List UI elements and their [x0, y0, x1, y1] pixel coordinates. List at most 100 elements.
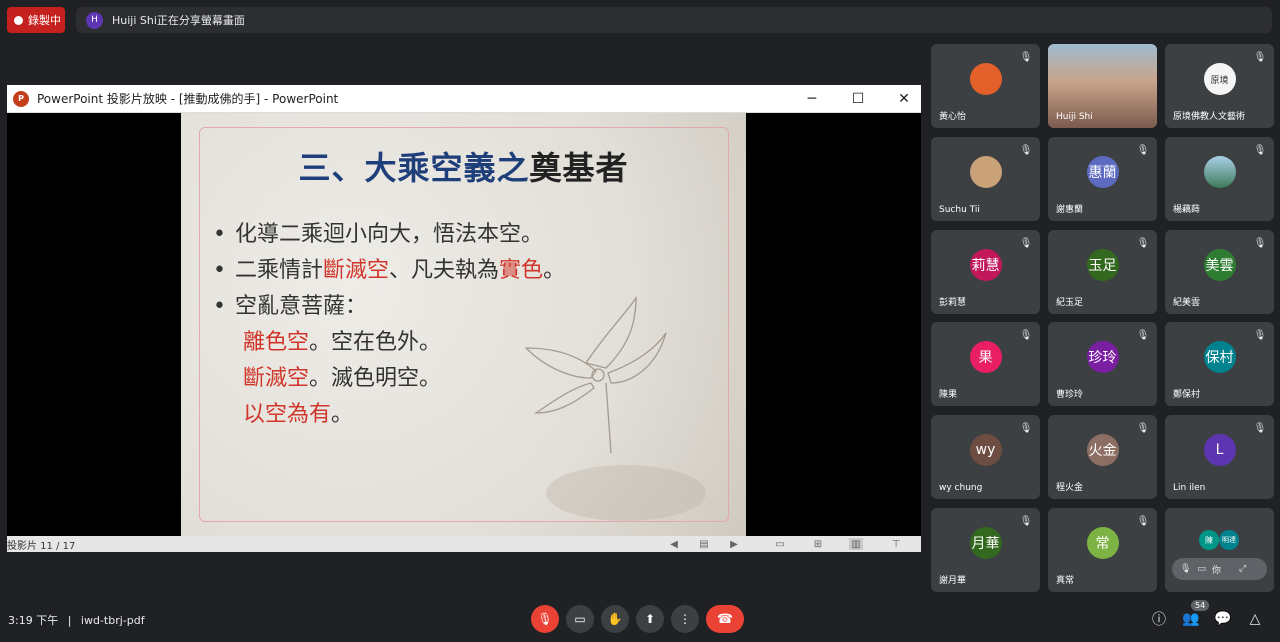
normal-view-icon[interactable]: ▭: [773, 538, 787, 550]
next-slide-icon[interactable]: ▶: [727, 538, 741, 550]
reading-view-icon[interactable]: ▥: [849, 538, 863, 550]
avatar: wy: [969, 434, 1002, 467]
participant-tile[interactable]: 火金 🎙 程火金: [1048, 415, 1157, 499]
participant-tile-video[interactable]: Huiji Shi: [1048, 44, 1157, 128]
bullet-2: • 二乘情計 斷滅空 、凡夫執為 實色。: [213, 258, 566, 283]
participant-tile[interactable]: 月華 🎙 謝月華: [931, 508, 1040, 592]
sub-bullet-2: 斷滅空。滅色明空。: [243, 366, 442, 391]
participant-tile[interactable]: 果 🎙 陳果: [931, 322, 1040, 406]
people-icon[interactable]: 👥: [1180, 608, 1202, 630]
separator: |: [67, 614, 72, 627]
info-icon[interactable]: ⓘ: [1148, 608, 1170, 630]
chat-icon[interactable]: 💬: [1212, 608, 1234, 630]
ppt-status-bar: 投影片 11 / 17 ◀ ▤ ▶ ▭ ⊞ ▥ ⊤: [7, 536, 921, 552]
slide-sorter-icon[interactable]: ⊞: [811, 538, 825, 550]
participant-tile[interactable]: 保村 🎙 鄭保村: [1165, 322, 1274, 406]
participant-name: 鄭保村: [1173, 390, 1201, 400]
participant-tile[interactable]: 🎙 楊藕蒔: [1165, 137, 1274, 221]
activities-icon[interactable]: △: [1244, 608, 1266, 630]
camera-icon[interactable]: ▭: [1197, 564, 1206, 574]
raise-hand-button[interactable]: ✋: [601, 605, 629, 633]
participant-name: 陳果: [939, 390, 958, 400]
meeting-code: iwd-tbrj-pdf: [80, 614, 145, 627]
avatar: [969, 63, 1002, 96]
self-tile[interactable]: 陳 明達 🎙 ▭ 你 ⤢: [1165, 508, 1274, 592]
self-controls: 🎙 ▭ 你 ⤢: [1172, 558, 1267, 580]
participant-tile[interactable]: 惠蘭 🎙 謝惠蘭: [1048, 137, 1157, 221]
participant-name: Suchu Tii: [939, 205, 980, 215]
mic-off-icon[interactable]: 🎙: [1180, 564, 1191, 574]
avatar: 玉足: [1086, 249, 1119, 282]
powerpoint-logo-icon: P: [13, 90, 29, 107]
participant-name: 紀美雲: [1173, 298, 1201, 308]
slides-grid-icon[interactable]: ▤: [697, 538, 711, 550]
slide-bullets: • 化導二乘迴小向大，悟法本空。 • 二乘情計 斷滅空 、凡夫執為 實色。 • 空亂意菩薩：…: [213, 217, 565, 433]
avatar: 陳: [1199, 530, 1219, 550]
expand-icon[interactable]: ⤢: [1239, 564, 1246, 574]
minimize-button[interactable]: ─: [789, 85, 835, 113]
present-button[interactable]: ⬆: [636, 605, 664, 633]
avatar: [969, 156, 1002, 189]
avatar: 果: [969, 341, 1002, 374]
mic-toggle-button[interactable]: 🎙: [531, 605, 559, 633]
participant-name: 謝月華: [939, 576, 967, 586]
participant-tile[interactable]: 美雲 🎙 紀美雲: [1165, 230, 1274, 314]
mic-off-icon: 🎙: [1136, 515, 1150, 527]
participant-tile[interactable]: 莉慧 🎙 彭莉慧: [931, 230, 1040, 314]
recording-badge[interactable]: 錄製中: [7, 7, 65, 33]
sub-bullet-3: 以空為有。: [243, 402, 354, 427]
mic-off-icon: 🎙: [1253, 329, 1267, 341]
sub-bullet-1: 離色空。空在色外。: [243, 330, 442, 355]
participant-tile[interactable]: 常 🎙 真常: [1048, 508, 1157, 592]
presenter-avatar: H: [86, 11, 103, 29]
avatar: 火金: [1086, 434, 1119, 467]
slide-title-blue: 三、大乘空義之: [298, 149, 530, 187]
participant-tile[interactable]: 珍玲 🎙 曹珍玲: [1048, 322, 1157, 406]
window-title: PowerPoint 投影片放映 - [推動成佛的手] - PowerPoint: [37, 92, 339, 106]
avatar: 保村: [1203, 341, 1236, 374]
self-label: 你: [1211, 565, 1221, 576]
participant-name: Lin ilen: [1173, 483, 1206, 493]
mic-off-icon: 🎙: [1136, 329, 1150, 341]
clock: 3:19 下午: [8, 614, 59, 627]
bullet-3: • 空亂意菩薩：: [213, 294, 368, 319]
participant-tile[interactable]: 原境 🎙 原境佛教人文藝術: [1165, 44, 1274, 128]
more-options-button[interactable]: ⋮: [671, 605, 699, 633]
avatar: 美雲: [1203, 249, 1236, 282]
participant-name: 原境佛教人文藝術: [1173, 112, 1246, 122]
mic-off-icon: 🎙: [1136, 422, 1150, 434]
mic-off-icon: 🎙: [1019, 144, 1033, 156]
mic-off-icon: 🎙: [1253, 51, 1267, 63]
maximize-button[interactable]: ☐: [835, 85, 881, 113]
avatar: 珍玲: [1086, 341, 1119, 374]
participant-tile[interactable]: 🎙 Suchu Tii: [931, 137, 1040, 221]
leave-call-button[interactable]: ☎: [706, 605, 744, 633]
close-button[interactable]: ✕: [881, 85, 927, 113]
avatar: 莉慧: [969, 249, 1002, 282]
screen-share-banner: H Huiji Shi正在分享螢幕畫面: [76, 7, 1272, 33]
participant-tile[interactable]: 🎙 黃心怡: [931, 44, 1040, 128]
participant-tile[interactable]: 玉足 🎙 紀玉足: [1048, 230, 1157, 314]
participant-tile[interactable]: wy 🎙 wy chung: [931, 415, 1040, 499]
prev-slide-icon[interactable]: ◀: [667, 538, 681, 550]
share-text: Huiji Shi正在分享螢幕畫面: [112, 14, 245, 27]
lotus-decoration-icon: [524, 295, 706, 521]
participant-name: 真常: [1056, 576, 1075, 586]
camera-toggle-button[interactable]: ▭: [566, 605, 594, 633]
slideshow-view-icon[interactable]: ⊤: [889, 538, 903, 550]
mic-off-icon: 🎙: [1253, 422, 1267, 434]
recording-label: 錄製中: [28, 14, 61, 27]
mic-off-icon: 🎙: [1019, 422, 1033, 434]
mic-off-icon: 🎙: [1136, 144, 1150, 156]
participant-tile[interactable]: L 🎙 Lin ilen: [1165, 415, 1274, 499]
record-dot-icon: [14, 15, 23, 25]
slide-title-dark: 奠基者: [529, 149, 629, 187]
mic-off-icon: 🎙: [1253, 237, 1267, 249]
avatar: 月華: [969, 527, 1002, 560]
powerpoint-window: P PowerPoint 投影片放映 - [推動成佛的手] - PowerPoi…: [7, 85, 921, 552]
avatar: 常: [1086, 527, 1119, 560]
participant-name: 程火金: [1056, 483, 1084, 493]
meeting-info: 3:19 下午 | iwd-tbrj-pdf: [8, 612, 145, 628]
slide[interactable]: 三、大乘空義之奠基者 • 化導二乘迴小向大，悟法本空。 • 二乘情計 斷滅空 、凡夫執為…: [181, 113, 746, 536]
bullet-1: • 化導二乘迴小向大，悟法本空。: [213, 222, 544, 247]
